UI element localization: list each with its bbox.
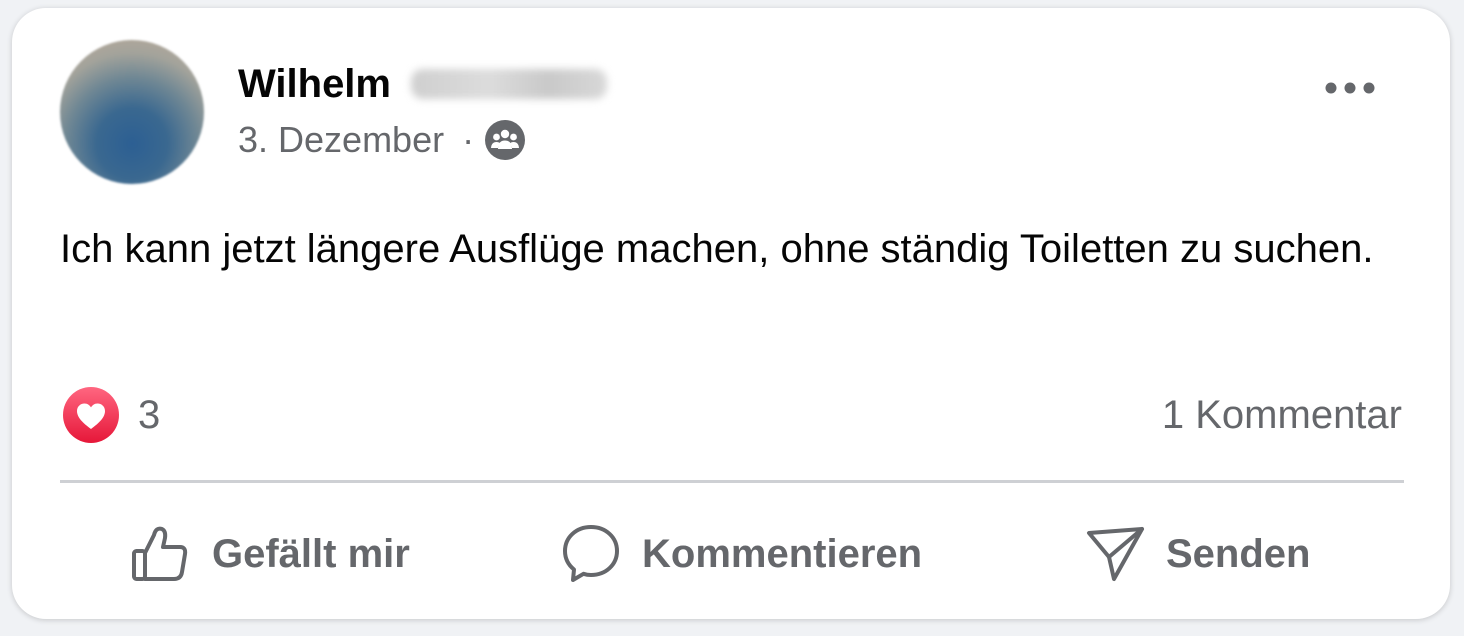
author-name[interactable]: Wilhelm — [238, 60, 391, 108]
reactions-summary[interactable]: 3 — [62, 386, 160, 444]
meta-separator: · — [462, 119, 475, 160]
avatar[interactable] — [60, 40, 204, 184]
post-text: Ich kann jetzt längere Ausflüge machen, … — [60, 227, 1374, 271]
comment-bubble-icon — [563, 525, 619, 582]
love-reaction-icon — [62, 386, 120, 444]
post-card: Wilhelm 3. Dezember · Ich kann jetzt län… — [12, 8, 1450, 619]
send-label: Senden — [1166, 531, 1311, 576]
comment-count-link[interactable]: 1 Kommentar — [1162, 390, 1402, 440]
send-button[interactable]: Senden — [1084, 522, 1310, 586]
more-options-button[interactable] — [1318, 68, 1382, 108]
reaction-count: 3 — [138, 392, 161, 437]
send-icon — [1087, 527, 1144, 581]
post-meta: 3. Dezember · — [238, 118, 526, 162]
divider — [60, 480, 1404, 483]
post-date[interactable]: 3. Dezember — [238, 119, 444, 161]
like-button[interactable]: Gefällt mir — [130, 522, 410, 586]
thumbs-up-icon — [132, 526, 188, 581]
like-label: Gefällt mir — [212, 531, 410, 576]
group-icon[interactable] — [484, 119, 526, 161]
author-surname-redacted — [411, 69, 607, 99]
ellipsis-icon — [1325, 82, 1375, 94]
comment-button[interactable]: Kommentieren — [560, 522, 922, 586]
comment-label: Kommentieren — [642, 531, 923, 576]
author-row: Wilhelm — [238, 60, 607, 108]
